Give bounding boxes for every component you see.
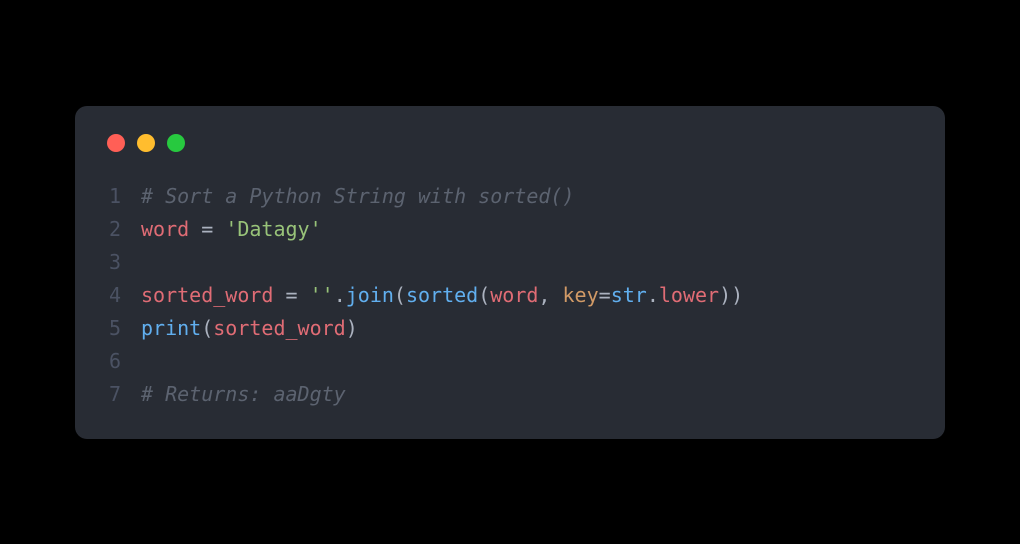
minimize-icon[interactable] bbox=[137, 134, 155, 152]
window-titlebar bbox=[103, 134, 917, 152]
token-attr: lower bbox=[659, 283, 719, 307]
token-method: join bbox=[346, 283, 394, 307]
token-plain: , bbox=[538, 283, 562, 307]
line-number: 4 bbox=[103, 279, 141, 312]
code-line: 5print(sorted_word) bbox=[103, 312, 917, 345]
code-line: 7# Returns: aaDgty bbox=[103, 378, 917, 411]
token-op: = bbox=[286, 283, 298, 307]
token-plain: ( bbox=[394, 283, 406, 307]
line-number: 6 bbox=[103, 345, 141, 378]
token-plain: )) bbox=[719, 283, 743, 307]
token-ident: sorted_word bbox=[213, 316, 345, 340]
token-string: 'Datagy' bbox=[225, 217, 321, 241]
code-window: 1# Sort a Python String with sorted()2wo… bbox=[75, 106, 945, 439]
token-plain: . bbox=[334, 283, 346, 307]
token-plain bbox=[298, 283, 310, 307]
token-plain bbox=[273, 283, 285, 307]
token-plain: . bbox=[647, 283, 659, 307]
code-line: 4sorted_word = ''.join(sorted(word, key=… bbox=[103, 279, 917, 312]
line-number: 7 bbox=[103, 378, 141, 411]
line-content: print(sorted_word) bbox=[141, 312, 358, 345]
line-number: 2 bbox=[103, 213, 141, 246]
token-ident: sorted_word bbox=[141, 283, 273, 307]
code-block: 1# Sort a Python String with sorted()2wo… bbox=[103, 180, 917, 411]
line-number: 3 bbox=[103, 246, 141, 279]
line-content: word = 'Datagy' bbox=[141, 213, 322, 246]
token-param: key bbox=[563, 283, 599, 307]
token-plain bbox=[189, 217, 201, 241]
token-plain bbox=[213, 217, 225, 241]
line-content: sorted_word = ''.join(sorted(word, key=s… bbox=[141, 279, 743, 312]
line-number: 1 bbox=[103, 180, 141, 213]
line-content bbox=[141, 246, 153, 279]
token-comment: # Returns: aaDgty bbox=[141, 382, 346, 406]
token-op: = bbox=[599, 283, 611, 307]
code-line: 6 bbox=[103, 345, 917, 378]
token-plain: ( bbox=[478, 283, 490, 307]
token-ident: word bbox=[490, 283, 538, 307]
maximize-icon[interactable] bbox=[167, 134, 185, 152]
code-line: 2word = 'Datagy' bbox=[103, 213, 917, 246]
token-builtin: str bbox=[611, 283, 647, 307]
line-content bbox=[141, 345, 153, 378]
token-string: '' bbox=[310, 283, 334, 307]
token-plain: ) bbox=[346, 316, 358, 340]
line-content: # Sort a Python String with sorted() bbox=[141, 180, 574, 213]
token-ident: word bbox=[141, 217, 189, 241]
token-builtin: sorted bbox=[406, 283, 478, 307]
token-op: = bbox=[201, 217, 213, 241]
line-number: 5 bbox=[103, 312, 141, 345]
code-line: 1# Sort a Python String with sorted() bbox=[103, 180, 917, 213]
code-line: 3 bbox=[103, 246, 917, 279]
token-comment: # Sort a Python String with sorted() bbox=[141, 184, 574, 208]
line-content: # Returns: aaDgty bbox=[141, 378, 346, 411]
close-icon[interactable] bbox=[107, 134, 125, 152]
token-plain: ( bbox=[201, 316, 213, 340]
token-builtin: print bbox=[141, 316, 201, 340]
